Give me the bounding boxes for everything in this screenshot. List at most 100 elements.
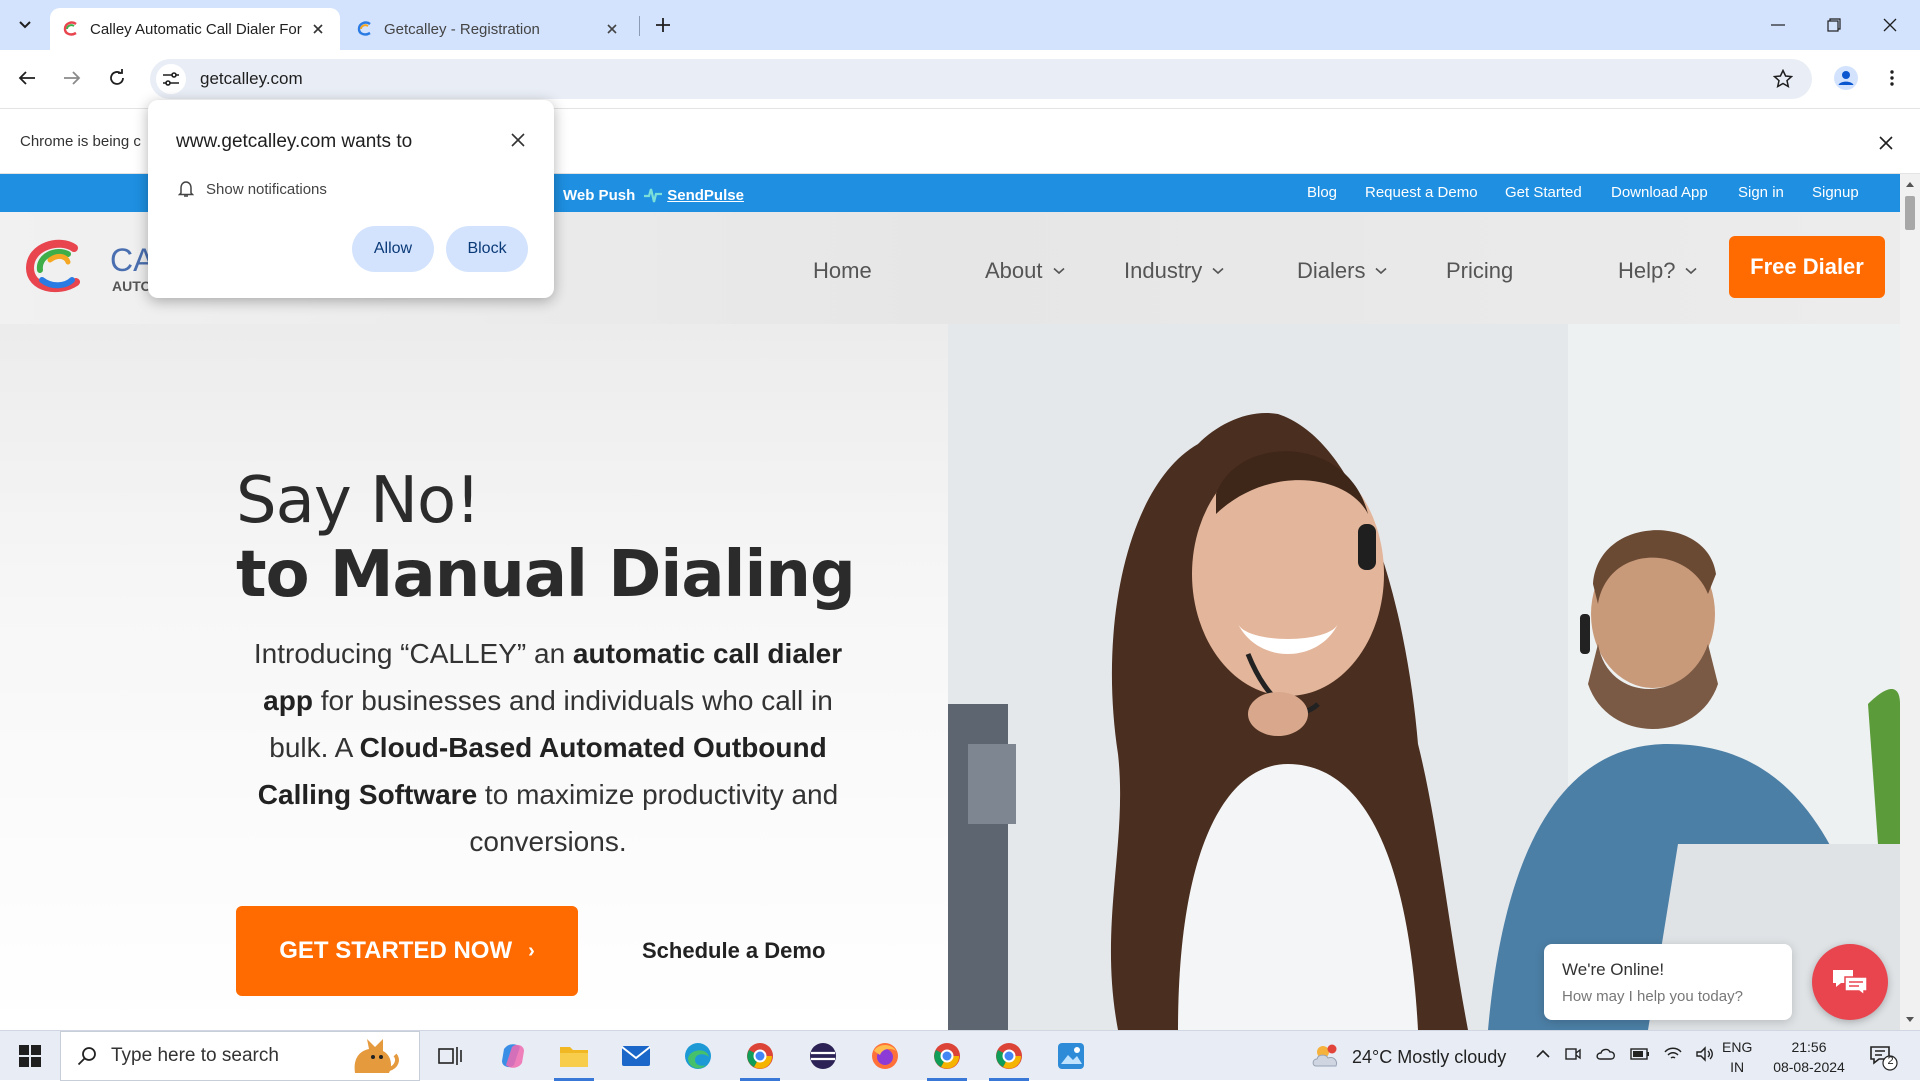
firefox-app[interactable] — [861, 1036, 909, 1076]
tab-search-button[interactable] — [8, 10, 42, 40]
sign-in-link[interactable]: Sign in — [1738, 184, 1784, 201]
lang-code: ENG — [1722, 1039, 1753, 1055]
forward-button[interactable] — [54, 60, 90, 96]
edge-app[interactable] — [674, 1036, 722, 1076]
weather-text: 24°C Mostly cloudy — [1352, 1046, 1507, 1067]
chrome-app[interactable] — [923, 1036, 971, 1081]
calley-favicon-icon — [63, 21, 77, 36]
tab-title: Getcalley - Registration — [384, 20, 540, 38]
chevron-up-icon[interactable] — [1536, 1049, 1550, 1059]
minimize-button[interactable] — [1750, 0, 1806, 50]
nav-pricing[interactable]: Pricing — [1446, 258, 1513, 284]
tab-registration[interactable]: Getcalley - Registration — [344, 8, 634, 50]
chrome-profile-app[interactable] — [736, 1036, 784, 1081]
nav-dialers-label: Dialers — [1297, 258, 1366, 283]
allow-button[interactable]: Allow — [352, 226, 434, 272]
get-started-link[interactable]: Get Started — [1505, 184, 1582, 201]
get-started-now-button[interactable]: GET STARTED NOW › — [236, 906, 578, 996]
calley-logo-icon[interactable] — [22, 236, 92, 296]
page-scrollbar[interactable] — [1900, 174, 1920, 1030]
notification-center-button[interactable]: 2 — [1868, 1042, 1898, 1072]
windows-taskbar: Type here to search 24°C Mostly cloudy E… — [0, 1030, 1920, 1081]
close-icon — [1879, 136, 1893, 150]
blog-link[interactable]: Blog — [1307, 184, 1337, 201]
onedrive-icon[interactable] — [1596, 1047, 1616, 1061]
nav-help-label: Help? — [1618, 258, 1676, 283]
volume-icon[interactable] — [1696, 1046, 1714, 1062]
firefox-icon — [872, 1043, 898, 1069]
url-text[interactable]: getcalley.com — [200, 69, 1768, 89]
wifi-icon[interactable] — [1664, 1046, 1682, 1062]
input-language-indicator[interactable]: ENG IN — [1722, 1037, 1752, 1077]
intro-part: Introducing “CALLEY” an — [253, 638, 573, 669]
mail-app[interactable] — [612, 1036, 660, 1076]
webpage: Web Push SendPulse Blog Request a Demo G… — [0, 174, 1900, 1030]
tune-icon — [163, 72, 179, 86]
back-button[interactable] — [9, 60, 45, 96]
nav-about[interactable]: About — [985, 258, 1065, 284]
lang-region: IN — [1730, 1059, 1745, 1075]
profile-avatar-icon — [1834, 66, 1858, 90]
chevron-down-icon — [1052, 267, 1065, 275]
nav-help[interactable]: Help? — [1618, 258, 1698, 284]
tab-close-icon[interactable] — [602, 19, 622, 39]
logo-subtext: AUTO — [112, 278, 152, 294]
chrome-app-2[interactable] — [985, 1036, 1033, 1081]
request-demo-link[interactable]: Request a Demo — [1365, 184, 1478, 201]
task-view-button[interactable] — [426, 1036, 474, 1076]
chrome-icon — [996, 1043, 1022, 1069]
block-button[interactable]: Block — [446, 226, 528, 272]
notification-permission-popup: www.getcalley.com wants to Show notifica… — [148, 100, 554, 298]
photos-app[interactable] — [1047, 1036, 1095, 1076]
nav-industry[interactable]: Industry — [1124, 258, 1224, 284]
new-tab-button[interactable] — [648, 10, 678, 40]
reload-icon — [110, 69, 124, 85]
clock-time: 21:56 — [1791, 1039, 1827, 1055]
chat-bubbles-icon — [1833, 970, 1868, 997]
back-arrow-icon — [18, 71, 35, 85]
close-window-button[interactable] — [1862, 0, 1918, 50]
download-app-link[interactable]: Download App — [1611, 184, 1708, 201]
cta-arrow: › — [528, 939, 535, 962]
start-button[interactable] — [10, 1041, 50, 1071]
infobar-close-button[interactable] — [1872, 129, 1900, 157]
system-tray-icons — [1536, 1045, 1714, 1063]
permission-close-button[interactable] — [504, 126, 532, 154]
nav-home[interactable]: Home — [813, 258, 872, 284]
chrome-menu-button[interactable] — [1874, 60, 1910, 96]
taskbar-clock[interactable]: 21:56 08-08-2024 — [1764, 1037, 1854, 1077]
bookmark-star-button[interactable] — [1768, 64, 1798, 94]
scrollbar-thumb[interactable] — [1905, 196, 1915, 230]
file-explorer-app[interactable] — [550, 1036, 598, 1081]
site-info-button[interactable] — [156, 64, 186, 94]
copilot-app[interactable] — [489, 1036, 537, 1076]
reload-button[interactable] — [99, 60, 135, 96]
eclipse-app[interactable] — [799, 1036, 847, 1076]
web-push-badge[interactable]: Web Push SendPulse — [563, 186, 744, 204]
chevron-down-icon — [1685, 267, 1698, 275]
chevron-down-icon — [19, 21, 31, 29]
chat-prompt: How may I help you today? — [1562, 988, 1743, 1005]
restore-button[interactable] — [1806, 0, 1862, 50]
bell-icon — [178, 181, 194, 197]
tab-calley[interactable]: Calley Automatic Call Dialer For — [50, 8, 340, 50]
nav-dialers[interactable]: Dialers — [1297, 258, 1388, 284]
hero-heading-bold: Manual Dialing — [329, 538, 856, 612]
meet-now-icon[interactable] — [1564, 1045, 1582, 1063]
schedule-demo-link[interactable]: Schedule a Demo — [642, 938, 825, 964]
intro-part: to maximize productivity and conversions… — [469, 779, 839, 857]
notification-count: 2 — [1887, 1055, 1894, 1067]
hero-intro: Introducing “CALLEY” an automatic call d… — [230, 630, 866, 865]
free-dialer-button[interactable]: Free Dialer — [1729, 236, 1885, 298]
battery-icon[interactable] — [1630, 1048, 1650, 1060]
taskbar-search-box[interactable]: Type here to search — [60, 1031, 420, 1081]
infobar-message: Chrome is being c — [20, 133, 141, 150]
address-bar[interactable]: getcalley.com — [150, 59, 1812, 99]
chat-greeting-bubble[interactable]: We're Online! How may I help you today? — [1544, 944, 1792, 1020]
chat-launcher-button[interactable] — [1812, 944, 1888, 1020]
nav-home-label: Home — [813, 258, 872, 283]
signup-link[interactable]: Signup — [1812, 184, 1859, 201]
tab-close-icon[interactable] — [308, 19, 328, 39]
weather-widget[interactable]: 24°C Mostly cloudy — [1310, 1044, 1506, 1070]
profile-button[interactable] — [1828, 60, 1864, 96]
